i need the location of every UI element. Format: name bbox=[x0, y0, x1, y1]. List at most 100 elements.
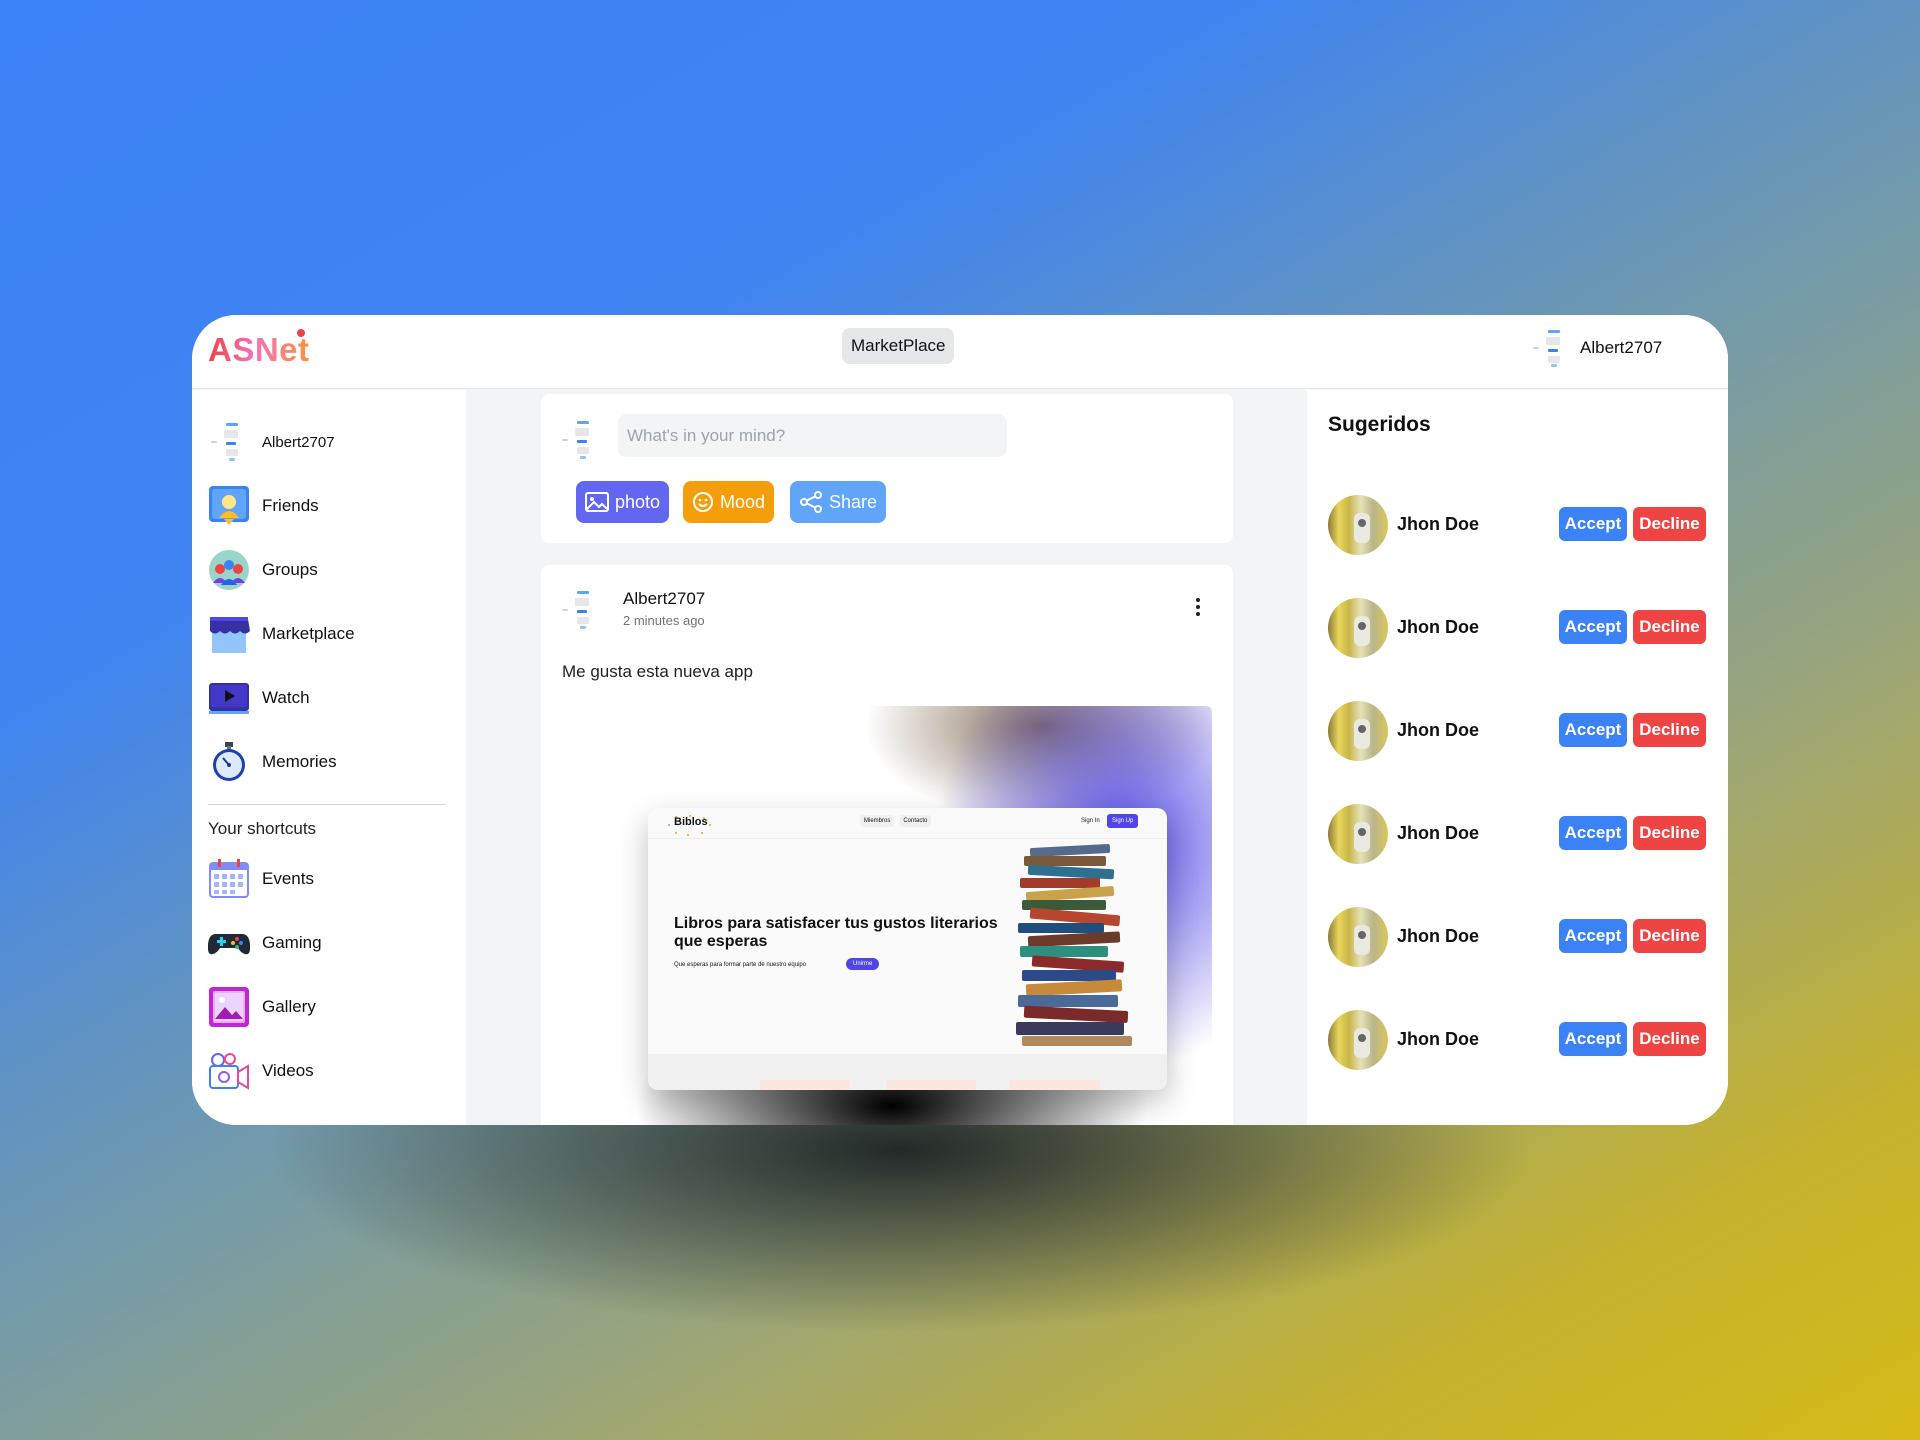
share-button[interactable]: Share bbox=[790, 481, 887, 523]
accept-button[interactable]: Accept bbox=[1559, 713, 1627, 747]
suggestions-panel: Sugeridos Jhon Doe Accept Decline Jhon D… bbox=[1307, 390, 1728, 1125]
suggestion-item: Jhon Doe Accept Decline bbox=[1328, 598, 1708, 658]
marketplace-icon bbox=[208, 613, 250, 655]
suggestion-item: Jhon Doe Accept Decline bbox=[1328, 1010, 1708, 1070]
sidebar-item-friends[interactable]: Friends bbox=[208, 474, 450, 538]
post-composer: photo Mood Share bbox=[541, 394, 1233, 543]
post-timestamp: 2 minutes ago bbox=[623, 613, 705, 628]
suggestion-name[interactable]: Jhon Doe bbox=[1397, 823, 1479, 844]
suggestion-avatar[interactable] bbox=[1328, 1010, 1388, 1070]
accept-button[interactable]: Accept bbox=[1559, 1022, 1627, 1056]
suggestion-avatar[interactable] bbox=[1328, 701, 1388, 761]
sidebar-item-label: Events bbox=[262, 869, 314, 888]
biblos-nav-item: Contacto bbox=[899, 815, 932, 827]
accept-button[interactable]: Accept bbox=[1559, 816, 1627, 850]
current-username: Albert2707 bbox=[1580, 338, 1663, 357]
suggestion-name[interactable]: Jhon Doe bbox=[1397, 514, 1479, 535]
sidebar-item-label: Marketplace bbox=[262, 624, 355, 643]
sidebar-item-watch[interactable]: Watch bbox=[208, 666, 450, 730]
suggestion-item: Jhon Doe Accept Decline bbox=[1328, 907, 1708, 967]
groups-icon bbox=[208, 549, 250, 591]
brand-logo[interactable]: ASNet bbox=[208, 331, 310, 369]
suggestions-title: Sugeridos bbox=[1328, 413, 1431, 436]
video-camera-icon bbox=[208, 1050, 250, 1092]
user-avatar bbox=[1530, 328, 1570, 368]
sidebar-item-label: Watch bbox=[262, 688, 310, 707]
share-button-label: Share bbox=[829, 491, 878, 512]
suggestion-avatar[interactable] bbox=[1328, 598, 1388, 658]
sidebar-item-videos[interactable]: Videos bbox=[208, 1039, 450, 1103]
sidebar-item-label: Gaming bbox=[262, 933, 322, 952]
share-icon bbox=[800, 491, 822, 513]
logo-dot bbox=[297, 329, 305, 337]
sidebar-divider bbox=[208, 804, 446, 805]
decline-button[interactable]: Decline bbox=[1633, 1022, 1706, 1056]
photo-button[interactable]: photo bbox=[576, 481, 670, 523]
feed-post: Albert2707 2 minutes ago Me gusta esta n… bbox=[541, 565, 1233, 1125]
post-input[interactable] bbox=[618, 414, 1007, 457]
top-navbar: ASNet MarketPlace Albert2707 bbox=[192, 315, 1728, 389]
composer-avatar bbox=[559, 419, 599, 459]
biblos-sign-in: Sign In bbox=[1081, 818, 1100, 824]
sidebar-item-marketplace[interactable]: Marketplace bbox=[208, 602, 450, 666]
sidebar-item-groups[interactable]: Groups bbox=[208, 538, 450, 602]
current-user-menu[interactable]: Albert2707 bbox=[1530, 328, 1662, 368]
more-options-icon[interactable] bbox=[1190, 595, 1206, 619]
sidebar-item-label: Gallery bbox=[262, 997, 316, 1016]
friends-icon bbox=[208, 485, 250, 527]
suggestion-item: Jhon Doe Accept Decline bbox=[1328, 804, 1708, 864]
decline-button[interactable]: Decline bbox=[1633, 713, 1706, 747]
suggestion-name[interactable]: Jhon Doe bbox=[1397, 720, 1479, 741]
sidebar-item-label: Groups bbox=[262, 560, 318, 579]
suggestion-avatar[interactable] bbox=[1328, 804, 1388, 864]
calendar-icon bbox=[208, 858, 250, 900]
suggestion-avatar[interactable] bbox=[1328, 495, 1388, 555]
biblos-footer-band bbox=[648, 1054, 1167, 1090]
post-author-avatar[interactable] bbox=[559, 589, 599, 629]
biblos-brand: Biblos bbox=[674, 816, 708, 828]
sidebar-item-label: Videos bbox=[262, 1061, 314, 1080]
gallery-icon bbox=[208, 986, 250, 1028]
photo-button-label: photo bbox=[615, 491, 661, 512]
sidebar-item-events[interactable]: Events bbox=[208, 847, 450, 911]
suggestion-avatar[interactable] bbox=[1328, 907, 1388, 967]
sidebar-item-gallery[interactable]: Gallery bbox=[208, 975, 450, 1039]
biblos-cta: Unirme bbox=[846, 958, 880, 970]
book-stack-illustration bbox=[1016, 844, 1132, 1046]
mood-button[interactable]: Mood bbox=[683, 481, 775, 523]
website-screenshot: Biblos Miembros Contacto Sign In Sign Up… bbox=[648, 808, 1167, 1090]
accept-button[interactable]: Accept bbox=[1559, 610, 1627, 644]
profile-username: Albert2707 bbox=[262, 433, 335, 451]
marketplace-nav-link[interactable]: MarketPlace bbox=[842, 328, 955, 364]
biblos-header-divider bbox=[648, 838, 1167, 839]
accept-button[interactable]: Accept bbox=[1559, 507, 1627, 541]
biblos-subtext: Que esperas para formar parte de nuestro… bbox=[674, 962, 807, 968]
sidebar-item-gaming[interactable]: Gaming bbox=[207, 911, 450, 975]
sidebar-item-label: Memories bbox=[262, 752, 337, 771]
smiley-icon bbox=[693, 492, 713, 512]
suggestion-item: Jhon Doe Accept Decline bbox=[1328, 495, 1708, 555]
suggestion-name[interactable]: Jhon Doe bbox=[1397, 1029, 1479, 1050]
mood-button-label: Mood bbox=[720, 491, 766, 512]
image-icon bbox=[585, 492, 609, 512]
profile-avatar bbox=[208, 421, 250, 463]
decline-button[interactable]: Decline bbox=[1633, 507, 1706, 541]
memories-icon bbox=[208, 741, 250, 783]
post-image[interactable]: Biblos Miembros Contacto Sign In Sign Up… bbox=[562, 706, 1212, 1125]
sidebar-profile[interactable]: Albert2707 bbox=[208, 410, 450, 474]
app-window: ASNet MarketPlace Albert2707 Albert2707 … bbox=[192, 315, 1728, 1125]
decline-button[interactable]: Decline bbox=[1633, 816, 1706, 850]
suggestion-name[interactable]: Jhon Doe bbox=[1397, 926, 1479, 947]
post-author-name[interactable]: Albert2707 bbox=[623, 589, 705, 609]
biblos-nav-item: Miembros bbox=[860, 815, 895, 827]
decline-button[interactable]: Decline bbox=[1633, 610, 1706, 644]
sidebar-item-memories[interactable]: Memories bbox=[208, 730, 450, 794]
accept-button[interactable]: Accept bbox=[1559, 919, 1627, 953]
left-sidebar: Albert2707 Friends Groups Marketplace Wa… bbox=[192, 390, 466, 1125]
shortcuts-heading: Your shortcuts bbox=[208, 819, 317, 838]
post-text: Me gusta esta nueva app bbox=[562, 662, 753, 681]
suggestion-name[interactable]: Jhon Doe bbox=[1397, 617, 1479, 638]
gamepad-icon bbox=[207, 922, 251, 964]
sidebar-item-label: Friends bbox=[262, 496, 319, 515]
decline-button[interactable]: Decline bbox=[1633, 919, 1706, 953]
